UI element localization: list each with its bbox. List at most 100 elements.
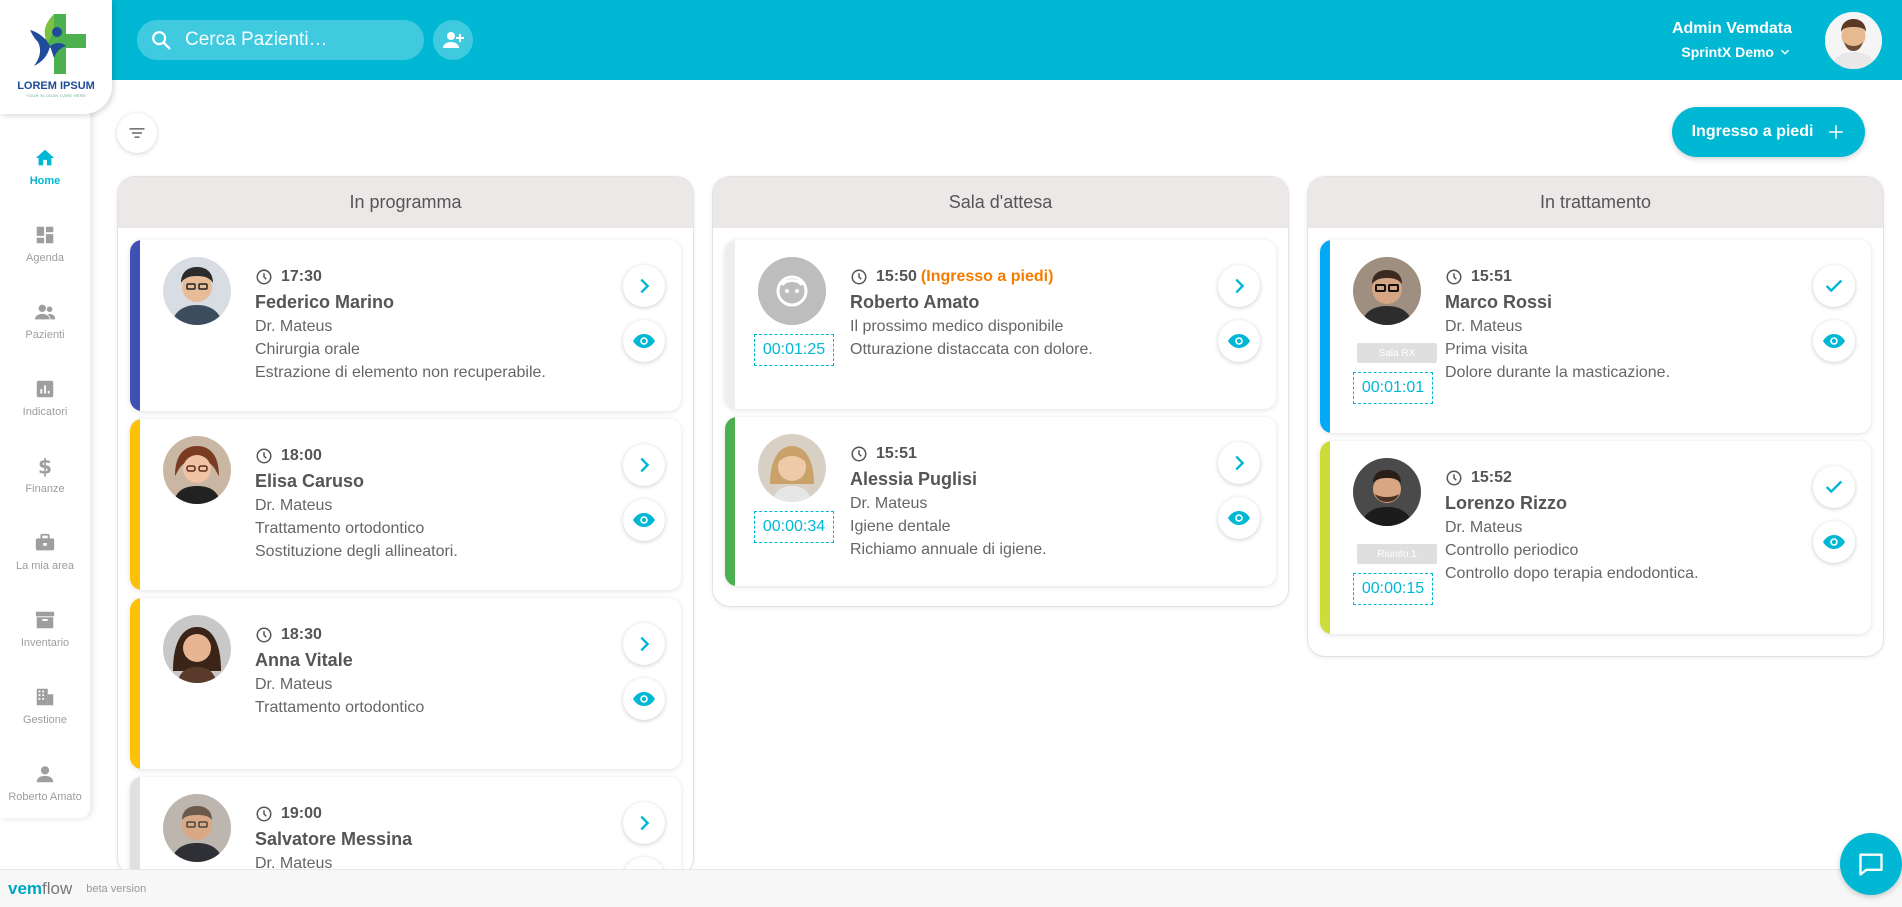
- complete-button[interactable]: [1813, 265, 1855, 307]
- doctor-name: Dr. Mateus: [1445, 318, 1523, 335]
- logo[interactable]: LOREM IPSUM YOUR SLOGAN CARE HERE: [0, 0, 112, 114]
- clock-icon: [256, 269, 272, 285]
- appointment-card[interactable]: Riunito 1 00:00:15 15:52 Lorenzo Rizzo D…: [1320, 441, 1871, 634]
- sidebar-item-gestione[interactable]: Gestione: [0, 667, 90, 744]
- treatment: Prima visita: [1445, 341, 1528, 358]
- patient-name: Salvatore Messina: [255, 829, 413, 849]
- status-color-bar: [130, 777, 140, 875]
- avatar: [163, 436, 231, 504]
- appointment-card[interactable]: 00:00:34 15:51 Alessia Puglisi Dr. Mateu…: [725, 417, 1276, 586]
- waiting-timer: 00:01:25: [754, 334, 834, 366]
- patient-name: Roberto Amato: [850, 292, 980, 312]
- waiting-timer: 00:00:34: [754, 511, 834, 543]
- sidebar-item-label: Finanze: [25, 482, 65, 495]
- avatar: [163, 794, 231, 862]
- sidebar-item-label: Home: [29, 174, 61, 187]
- walk-in-tag: (Ingresso a piedi): [920, 268, 1054, 285]
- sidebar-item-home[interactable]: Home: [0, 128, 90, 205]
- advance-button[interactable]: [623, 623, 665, 665]
- patient-search[interactable]: [137, 20, 424, 60]
- walk-in-button[interactable]: Ingresso a piedi: [1672, 107, 1865, 157]
- brand-part-b: flow: [42, 878, 73, 898]
- column-waiting-room: Sala d'attesa 00:01:25 15:50 (Ingresso a …: [712, 176, 1289, 607]
- search-input[interactable]: [185, 29, 405, 51]
- treatment: Otturazione distaccata con dolore.: [850, 341, 1093, 358]
- people-icon: [34, 304, 56, 319]
- status-color-bar: [130, 419, 140, 590]
- eye-icon: [1228, 511, 1250, 525]
- patient-name: Anna Vitale: [255, 650, 353, 670]
- clock-icon: [256, 627, 272, 643]
- add-patient-button[interactable]: [433, 20, 473, 60]
- status-color-bar: [1320, 240, 1330, 433]
- filter-button[interactable]: [117, 113, 157, 153]
- chevron-right-icon: [640, 457, 650, 473]
- appointment-info: 18:00 Elisa Caruso Dr. Mateus Trattament…: [255, 447, 601, 561]
- avatar: [758, 257, 826, 325]
- status-color-bar: [725, 240, 735, 409]
- view-button[interactable]: [623, 499, 665, 541]
- appointment-info: 15:50 (Ingresso a piedi) Roberto Amato Il…: [850, 268, 1196, 359]
- dashboard-icon: [36, 226, 54, 243]
- sidebar-item-roberto-amato[interactable]: Roberto Amato: [0, 744, 90, 821]
- sidebar-item-la-mia-area[interactable]: La mia area: [0, 513, 90, 590]
- sidebar-item-agenda[interactable]: Agenda: [0, 205, 90, 282]
- status-color-bar: [130, 240, 140, 411]
- appointment-card[interactable]: Sala RX 00:01:01 15:51 Marco Rossi Dr. M…: [1320, 240, 1871, 433]
- brand-logo: vemflow: [8, 879, 72, 899]
- appointment-card[interactable]: 18:30 Anna Vitale Dr. Mateus Trattamento…: [130, 598, 681, 769]
- advance-button[interactable]: [1218, 265, 1260, 307]
- patient-name: Lorenzo Rizzo: [1445, 493, 1567, 513]
- view-button[interactable]: [1218, 497, 1260, 539]
- bar-chart-icon: [36, 380, 54, 397]
- view-button[interactable]: [1218, 320, 1260, 362]
- user-menu[interactable]: Admin Vemdata SprintX Demo: [1672, 20, 1792, 60]
- logo-title: LOREM IPSUM: [17, 80, 95, 92]
- check-icon: [1825, 279, 1843, 293]
- view-button[interactable]: [1813, 521, 1855, 563]
- complete-button[interactable]: [1813, 466, 1855, 508]
- appointment-card[interactable]: 17:30 Federico Marino Dr. Mateus Chirurg…: [130, 240, 681, 411]
- appointment-note: Estrazione di elemento non recuperabile.: [255, 364, 546, 381]
- appointment-card[interactable]: 18:00 Elisa Caruso Dr. Mateus Trattament…: [130, 419, 681, 590]
- chevron-down-icon: [1780, 49, 1790, 55]
- appointment-time: 15:51: [1471, 268, 1512, 285]
- sidebar-item-label: Agenda: [26, 251, 64, 264]
- view-button[interactable]: [1813, 320, 1855, 362]
- eye-icon: [633, 334, 655, 348]
- advance-button[interactable]: [623, 802, 665, 844]
- chat-button[interactable]: [1840, 833, 1902, 895]
- advance-button[interactable]: [623, 444, 665, 486]
- sidebar-item-label: Indicatori: [22, 405, 68, 418]
- sidebar-item-pazienti[interactable]: Pazienti: [0, 282, 90, 359]
- avatar: [1353, 257, 1421, 325]
- eye-icon: [633, 692, 655, 706]
- org-selector[interactable]: SprintX Demo: [1672, 44, 1792, 60]
- view-button[interactable]: [623, 320, 665, 362]
- appointment-card[interactable]: 19:00 Salvatore Messina Dr. Mateus: [130, 777, 681, 875]
- appointment-card[interactable]: 00:01:25 15:50 (Ingresso a piedi) Roberto…: [725, 240, 1276, 409]
- child-face-icon: [758, 257, 826, 325]
- eye-icon: [1823, 535, 1845, 549]
- sidebar-item-indicatori[interactable]: Indicatori: [0, 359, 90, 436]
- avatar[interactable]: [1825, 12, 1882, 69]
- room-badge: Riunito 1: [1357, 544, 1437, 564]
- doctor-name: Il prossimo medico disponibile: [850, 318, 1064, 335]
- sidebar-item-inventario[interactable]: Inventario: [0, 590, 90, 667]
- advance-button[interactable]: [1218, 442, 1260, 484]
- org-name: SprintX Demo: [1681, 44, 1774, 60]
- footer: vemflow beta version: [0, 869, 1902, 907]
- clock-icon: [256, 448, 272, 464]
- sidebar-nav: Home Agenda Pazienti Indicatori $ Finanz…: [0, 128, 90, 821]
- chat-icon: [1859, 853, 1883, 876]
- advance-button[interactable]: [623, 265, 665, 307]
- avatar: [758, 434, 826, 502]
- view-button[interactable]: [623, 678, 665, 720]
- check-icon: [1825, 480, 1843, 494]
- status-color-bar: [1320, 441, 1330, 634]
- appointment-time: 18:30: [281, 626, 322, 643]
- sidebar-item-finanze[interactable]: $ Finanze: [0, 436, 90, 513]
- sidebar-item-label: Inventario: [20, 636, 70, 649]
- status-color-bar: [130, 598, 140, 769]
- person-add-icon: [443, 32, 464, 48]
